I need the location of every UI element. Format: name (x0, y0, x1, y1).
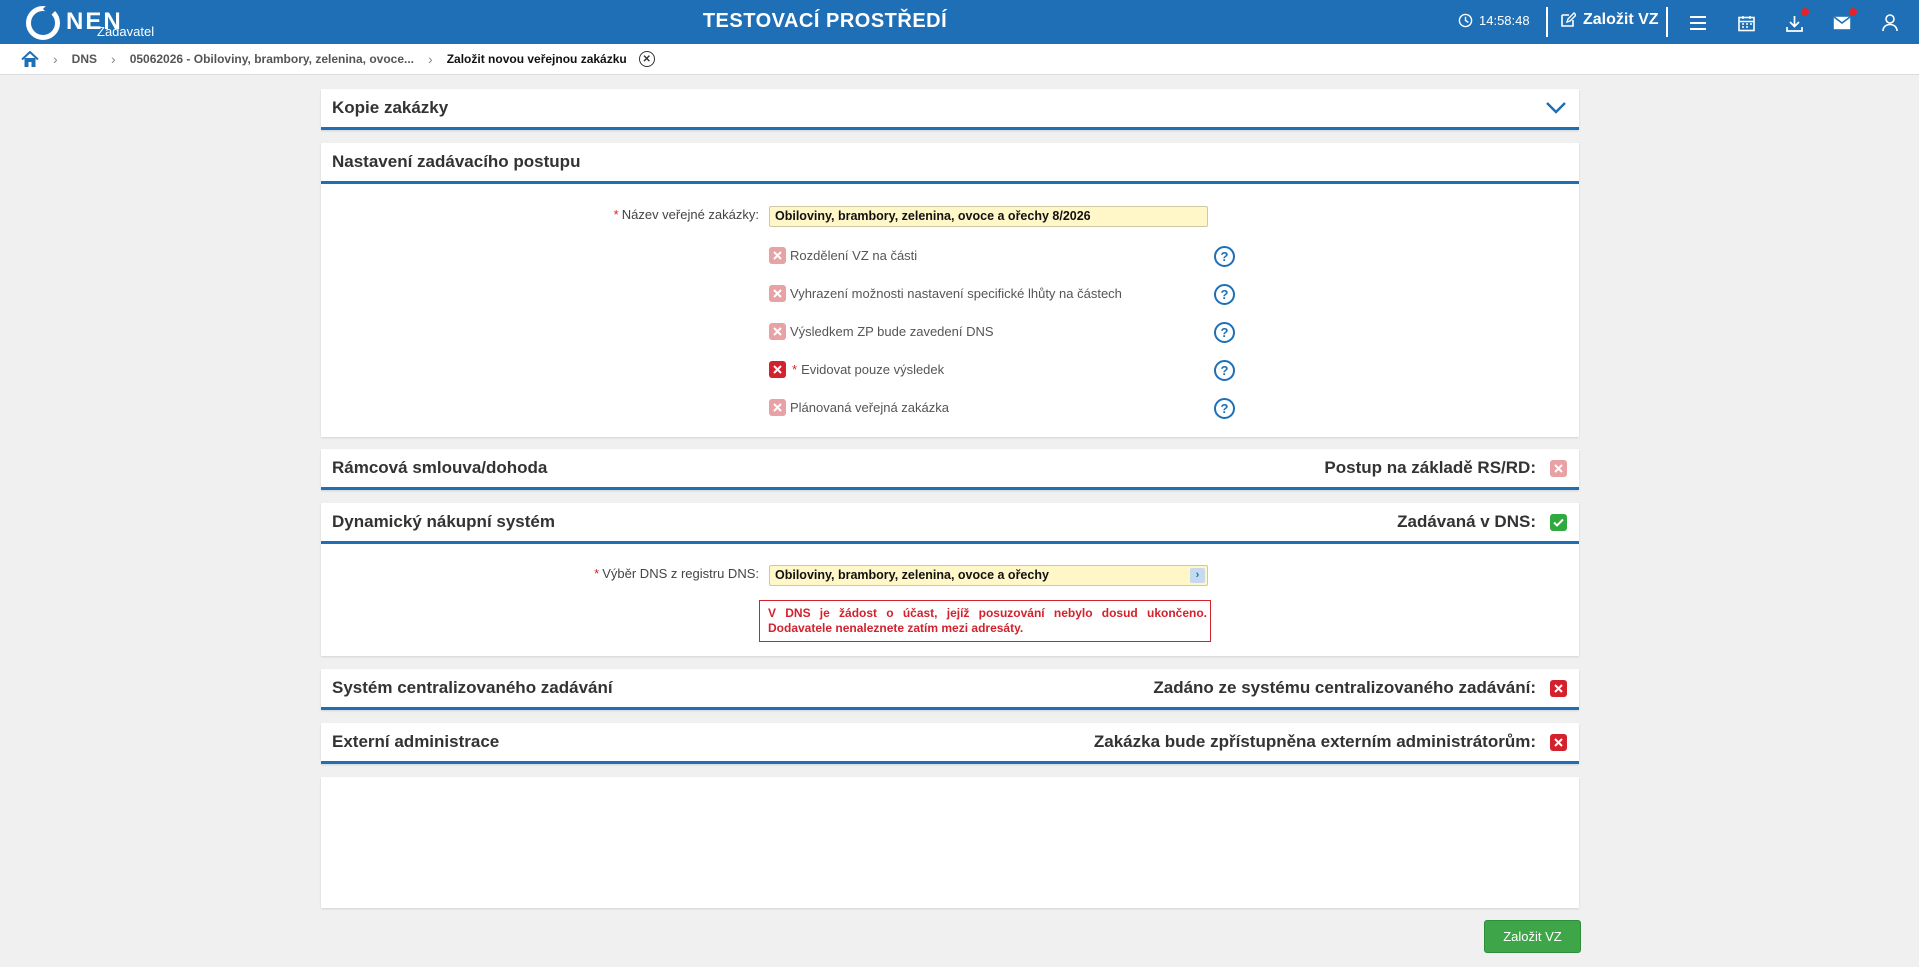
option-row: Vyhrazení možnosti nastavení specifické … (769, 285, 1122, 302)
panel-dns-header: Dynamický nákupní systém Zadávaná v DNS: (321, 503, 1579, 544)
panel-framework: Rámcová smlouva/dohoda Postup na základě… (321, 449, 1579, 490)
name-input[interactable]: Obiloviny, brambory, zelenina, ovoce a o… (769, 206, 1208, 227)
panel-title: Dynamický nákupní systém (332, 512, 555, 531)
breadcrumb-item-current: Založit novou veřejnou zakázku (446, 52, 627, 66)
dns-select-value: Obiloviny, brambory, zelenina, ovoce a o… (775, 568, 1049, 582)
breadcrumb: › DNS › 05062026 - Obiloviny, brambory, … (0, 44, 1919, 75)
option-row: Rozdělení VZ na části (769, 247, 917, 264)
new-vz-label: Založit VZ (1583, 11, 1659, 28)
panel-central-header: Systém centralizovaného zadávání Zadáno … (321, 669, 1579, 710)
panel-procedure: Nastavení zadávacího postupu * Název veře… (321, 143, 1579, 437)
download-icon[interactable] (1783, 8, 1809, 34)
panel-title: Rámcová smlouva/dohoda (332, 458, 548, 477)
option-label: Plánovaná veřejná zakázka (790, 400, 949, 415)
help-icon[interactable]: ? (1214, 246, 1235, 267)
required-marker: * (792, 362, 798, 377)
chevron-right-icon[interactable]: › (1190, 568, 1205, 583)
dns-select-label: * Výběr DNS z registru DNS: (594, 566, 759, 581)
panel-central: Systém centralizovaného zadávání Zadáno … (321, 669, 1579, 710)
dns-toggle-label: Zadávaná v DNS: (1397, 512, 1536, 531)
help-icon[interactable]: ? (1214, 284, 1235, 305)
option-label: Výsledkem ZP bude zavedení DNS (790, 324, 994, 339)
breadcrumb-item-dns-detail[interactable]: 05062026 - Obiloviny, brambory, zelenina… (130, 52, 414, 66)
home-icon[interactable] (21, 50, 39, 68)
chevron-right-icon: › (111, 51, 116, 67)
help-icon[interactable]: ? (1214, 322, 1235, 343)
panel-title: Kopie zakázky (332, 98, 449, 117)
external-toggle-label: Zakázka bude zpřístupněna externím admin… (1093, 732, 1536, 751)
mail-icon[interactable] (1831, 8, 1857, 34)
clock-icon (1458, 13, 1473, 28)
checkbox-disabled (769, 323, 786, 340)
top-bar: NEN Zadavatel TESTOVACÍ PROSTŘEDÍ 14:58:… (0, 0, 1919, 44)
panel-procedure-header: Nastavení zadávacího postupu (321, 143, 1579, 184)
dns-select[interactable]: Obiloviny, brambory, zelenina, ovoce a o… (769, 565, 1208, 586)
panel-external: Externí administrace Zakázka bude zpříst… (321, 723, 1579, 764)
notification-dot (1849, 8, 1857, 16)
external-toggle: Zakázka bude zpřístupněna externím admin… (1094, 732, 1567, 752)
option-row: Výsledkem ZP bude zavedení DNS (769, 323, 994, 340)
framework-checkbox (1550, 459, 1567, 477)
panel-title: Systém centralizovaného zadávání (332, 678, 613, 697)
menu-icon[interactable] (1687, 12, 1709, 34)
central-checkbox[interactable] (1550, 679, 1567, 697)
close-icon[interactable]: ✕ (638, 51, 655, 67)
breadcrumb-item-dns[interactable]: DNS (72, 52, 97, 66)
evidovat-checkbox[interactable] (769, 361, 786, 378)
submit-button[interactable]: Založit VZ (1484, 920, 1581, 953)
chevron-right-icon: › (428, 51, 433, 67)
dns-checkbox[interactable] (1550, 513, 1567, 531)
option-row: Plánovaná veřejná zakázka (769, 399, 949, 416)
panel-framework-header: Rámcová smlouva/dohoda Postup na základě… (321, 449, 1579, 490)
panel-dns: Dynamický nákupní systém Zadávaná v DNS:… (321, 503, 1579, 656)
dns-warning: V DNS je žádost o účast, jejíž posuzován… (759, 600, 1211, 642)
option-label: Rozdělení VZ na části (790, 248, 918, 263)
name-field-label: * Název veřejné zakázky: (613, 207, 759, 222)
chevron-right-icon: › (53, 51, 58, 67)
central-toggle: Zadáno ze systému centralizovaného zadáv… (1153, 678, 1567, 698)
session-clock: 14:58:48 (1458, 13, 1530, 28)
help-icon[interactable]: ? (1214, 398, 1235, 419)
panel-copy-header[interactable]: Kopie zakázky (321, 89, 1579, 130)
option-label: Vyhrazení možnosti nastavení specifické … (790, 286, 1122, 301)
edit-icon (1561, 12, 1576, 27)
user-icon[interactable] (1879, 12, 1901, 34)
framework-toggle-label: Postup na základě RS/RD: (1324, 458, 1536, 477)
panel-title: Externí administrace (332, 732, 500, 751)
framework-toggle: Postup na základě RS/RD: (1324, 458, 1567, 478)
panel-empty (321, 777, 1579, 908)
help-icon[interactable]: ? (1214, 360, 1235, 381)
notification-dot (1801, 8, 1809, 16)
dns-toggle: Zadávaná v DNS: (1397, 512, 1567, 532)
new-vz-button[interactable]: Založit VZ (1560, 11, 1659, 29)
clock-value: 14:58:48 (1479, 13, 1530, 28)
central-toggle-label: Zadáno ze systému centralizovaného zadáv… (1153, 678, 1536, 697)
environment-title: TESTOVACÍ PROSTŘEDÍ (702, 10, 948, 32)
external-checkbox[interactable] (1550, 733, 1567, 751)
panel-copy: Kopie zakázky (321, 89, 1579, 130)
checkbox-disabled (769, 247, 786, 264)
option-label: Evidovat pouze výsledek (801, 362, 945, 377)
checkbox-disabled (769, 399, 786, 416)
panel-external-header: Externí administrace Zakázka bude zpříst… (321, 723, 1579, 764)
panel-title: Nastavení zadávacího postupu (332, 152, 581, 171)
checkbox-disabled (769, 285, 786, 302)
divider (1666, 7, 1668, 37)
calendar-icon[interactable] (1735, 12, 1757, 34)
option-row: * Evidovat pouze výsledek (769, 361, 944, 378)
divider (1546, 7, 1548, 37)
chevron-down-icon[interactable] (1545, 101, 1567, 115)
